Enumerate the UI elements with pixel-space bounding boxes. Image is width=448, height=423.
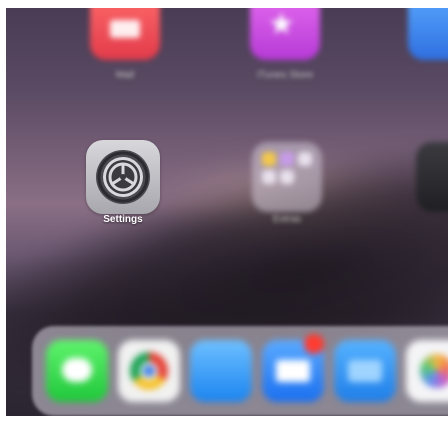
settings-app-label: Settings: [103, 214, 143, 225]
chrome-icon[interactable]: [118, 340, 180, 402]
mail-app-icon[interactable]: [90, 8, 160, 60]
gear-icon: [96, 150, 150, 204]
settings-app-icon[interactable]: [86, 140, 160, 214]
itunes-store-app-label: iTunes Store: [256, 70, 314, 81]
notification-badge: [304, 334, 324, 354]
blue-app-icon[interactable]: [408, 8, 448, 60]
folder-app-label: Extras: [272, 214, 302, 225]
mail-dock-icon[interactable]: [262, 334, 324, 402]
files-icon[interactable]: [334, 340, 396, 402]
photos-icon[interactable]: [406, 340, 448, 402]
ipad-home-screen: Mail ★ iTunes Store Settings Extras: [6, 8, 448, 416]
dark-app-icon[interactable]: [416, 142, 448, 212]
mail-app-label: Mail: [115, 70, 135, 81]
folder-app-icon[interactable]: [252, 142, 322, 212]
messages-icon[interactable]: [46, 340, 108, 402]
safari-icon[interactable]: [190, 340, 252, 402]
itunes-store-app-icon[interactable]: ★: [250, 8, 320, 60]
